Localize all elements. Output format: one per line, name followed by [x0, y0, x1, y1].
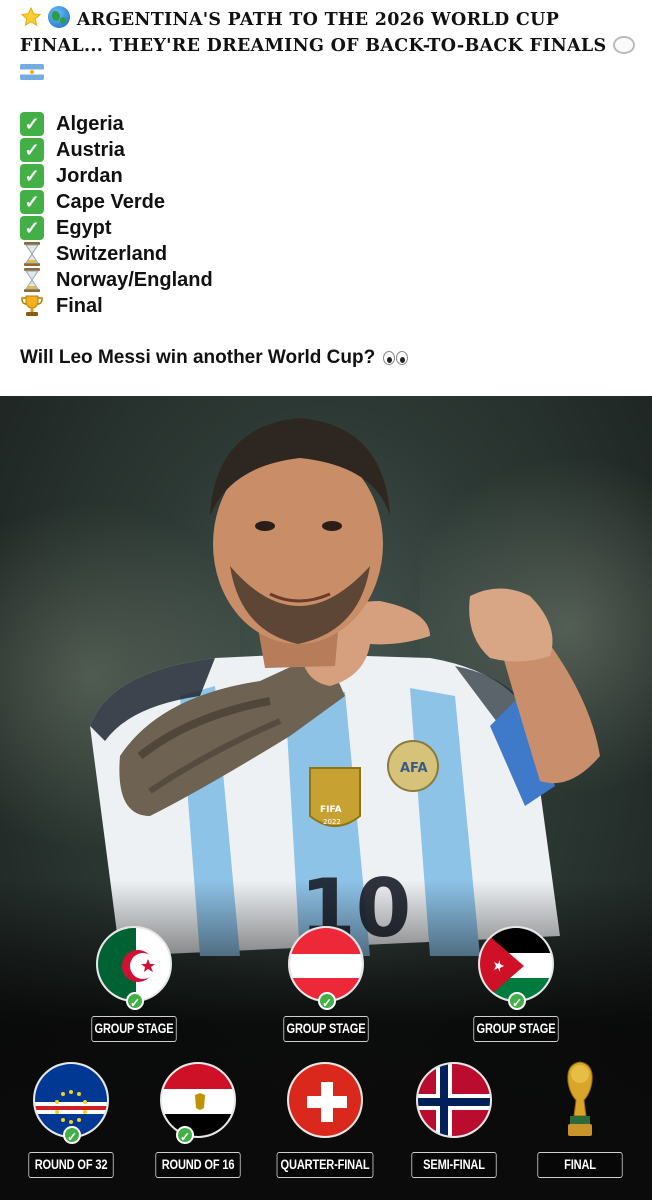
check-icon: ✓ [20, 112, 44, 136]
path-list: ✓ Algeria ✓ Austria ✓ Jordan ✓ Cape Verde ✓ E… [20, 111, 640, 319]
list-item: Norway/England [20, 267, 640, 293]
switzerland-flag-icon [287, 1062, 363, 1138]
headline-text: ARGENTINA'S PATH TO THE 2026 WORLD CUP F… [20, 10, 607, 56]
team-name: Switzerland [56, 243, 168, 265]
team-name: Algeria [56, 113, 124, 135]
stage-switzerland: QUARTER-FINAL [266, 1062, 384, 1178]
question-text: Will Leo Messi win another World Cup? [20, 347, 640, 369]
world-cup-trophy-icon [542, 1061, 618, 1138]
star-icon [20, 6, 42, 27]
algeria-flag-icon [96, 926, 172, 1002]
check-icon: ✓ [126, 992, 144, 1010]
egypt-flag-icon [160, 1062, 236, 1138]
stage-austria: ✓ GROUP STAGE [274, 926, 378, 1042]
stage-jordan: ✓ GROUP STAGE [464, 926, 568, 1042]
stage-label: GROUP STAGE [473, 1016, 559, 1042]
team-name: Jordan [56, 165, 123, 187]
stage-label: FINAL [537, 1152, 623, 1178]
stage-egypt: ✓ ROUND OF 16 [146, 1062, 250, 1178]
badge-text: FIFA [320, 805, 342, 815]
jordan-flag-icon [478, 926, 554, 1002]
stage-algeria: ✓ GROUP STAGE [82, 926, 186, 1042]
stage-cape-verde: ✓ ROUND OF 32 [19, 1062, 123, 1178]
team-name: Egypt [56, 217, 112, 239]
stage-label: GROUP STAGE [283, 1016, 369, 1042]
messi-graphic: 10 FIFA 2022 AFA ✓ GROUP STAGE [0, 396, 652, 1200]
question-label: Will Leo Messi win another World Cup? [20, 347, 376, 368]
stage-final: FINAL [528, 1061, 632, 1178]
stage-label: GROUP STAGE [91, 1016, 177, 1042]
hourglass-icon [20, 242, 44, 266]
argentina-flag-icon [20, 64, 44, 80]
check-icon: ✓ [508, 992, 526, 1010]
check-icon: ✓ [20, 190, 44, 214]
post-headline: ARGENTINA'S PATH TO THE 2026 WORLD CUP F… [20, 6, 640, 85]
list-item: ✓ Cape Verde [20, 189, 640, 215]
austria-flag-icon [288, 926, 364, 1002]
check-icon: ✓ [20, 138, 44, 162]
badge-year: 2022 [323, 818, 341, 826]
check-icon: ✓ [20, 164, 44, 188]
check-icon: ✓ [63, 1126, 81, 1144]
crest-text: AFA [400, 761, 428, 776]
hourglass-icon [20, 268, 44, 292]
check-icon: ✓ [176, 1126, 194, 1144]
stage-norway: SEMI-FINAL [402, 1062, 506, 1178]
list-item: ✓ Egypt [20, 215, 640, 241]
team-name: Final [56, 295, 103, 317]
list-item: ✓ Algeria [20, 111, 640, 137]
stage-label: ROUND OF 16 [155, 1152, 241, 1178]
team-name: Cape Verde [56, 191, 165, 213]
thought-bubble-icon [612, 36, 635, 54]
list-item: ✓ Austria [20, 137, 640, 163]
list-item: Switzerland [20, 241, 640, 267]
norway-flag-icon [416, 1062, 492, 1138]
stage-label: QUARTER-FINAL [276, 1152, 374, 1178]
team-name: Austria [56, 139, 125, 161]
check-icon: ✓ [318, 992, 336, 1010]
stage-label: ROUND OF 32 [28, 1152, 114, 1178]
eyes-icon [383, 351, 409, 365]
check-icon: ✓ [20, 216, 44, 240]
post-text: ARGENTINA'S PATH TO THE 2026 WORLD CUP F… [20, 6, 640, 369]
list-item: Final [20, 293, 640, 319]
list-item: ✓ Jordan [20, 163, 640, 189]
trophy-icon [20, 294, 44, 318]
stage-label: SEMI-FINAL [411, 1152, 497, 1178]
globe-icon [48, 6, 71, 28]
team-name: Norway/England [56, 269, 213, 291]
